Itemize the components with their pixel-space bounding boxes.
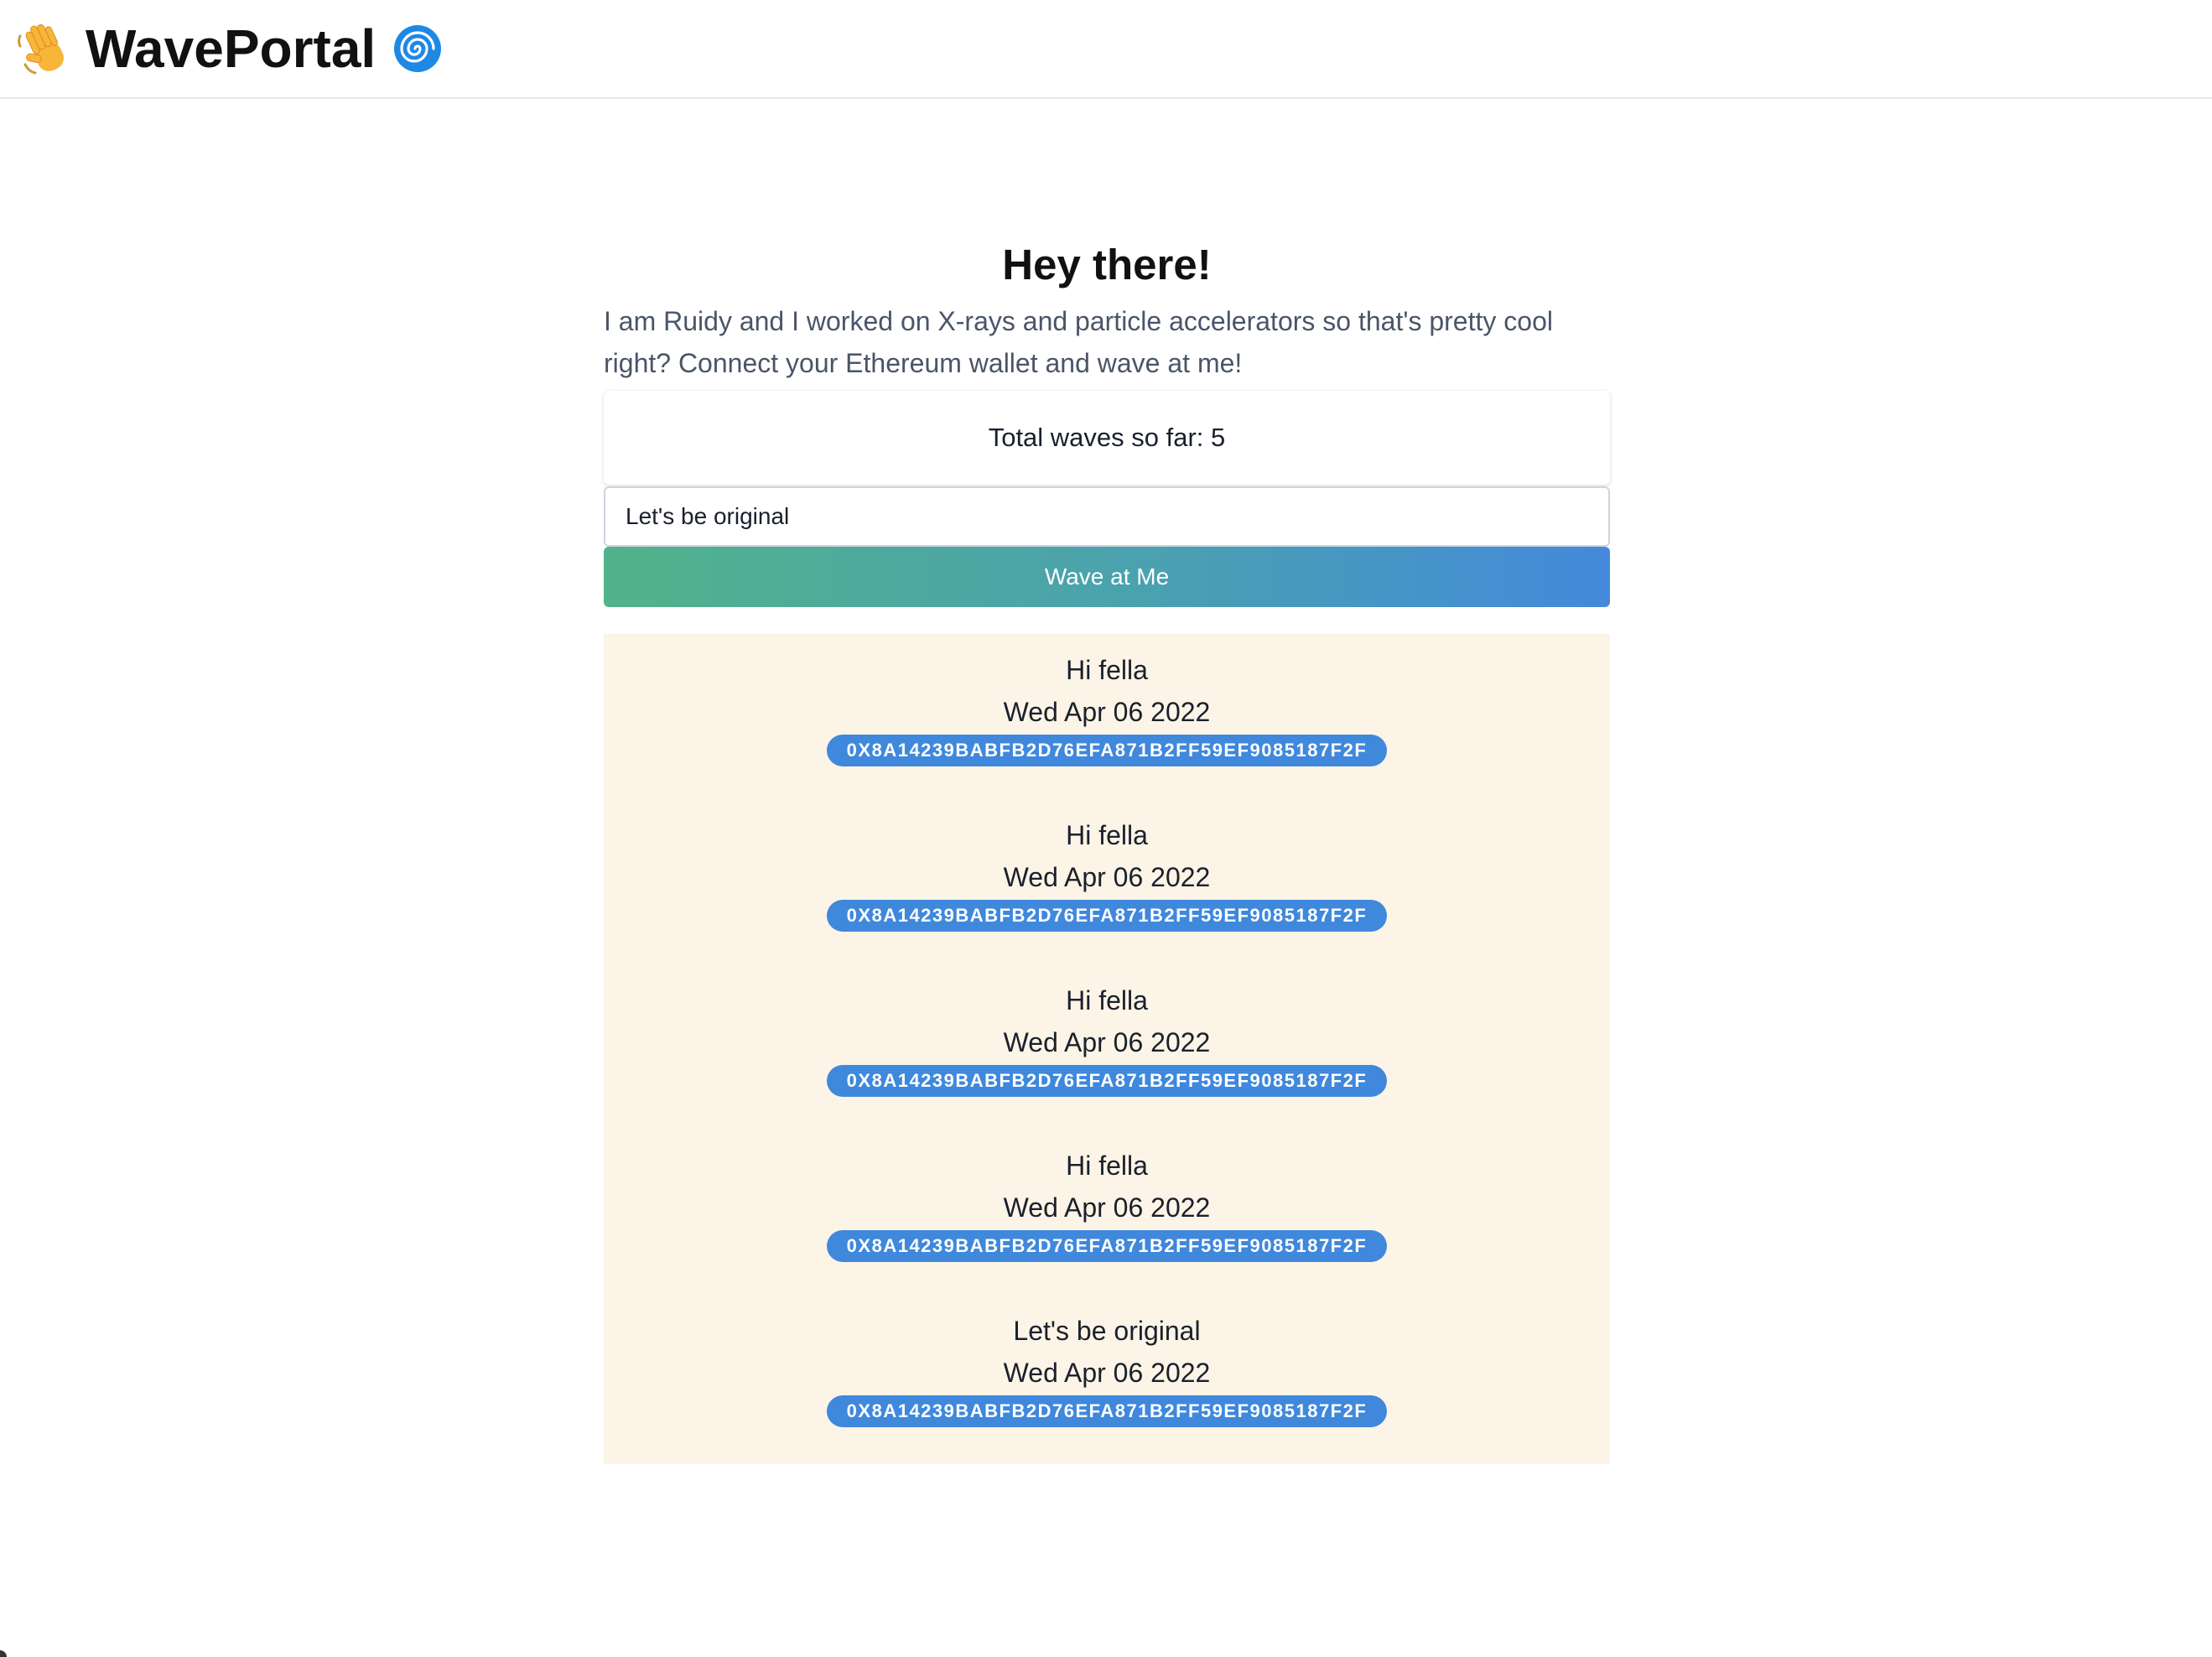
bio-text: I am Ruidy and I worked on X-rays and pa… bbox=[604, 306, 1553, 378]
page-title: Hey there! bbox=[1002, 241, 1212, 288]
wave-message: Let's be original bbox=[1013, 1316, 1201, 1346]
wave-address-badge: 0X8A14239BABFB2D76EFA871B2FF59EF9085187F… bbox=[826, 1065, 1388, 1097]
wave-item: Let's be original Wed Apr 06 2022 0X8A14… bbox=[604, 1310, 1610, 1454]
swirl-icon bbox=[394, 25, 442, 72]
wave-button[interactable]: Wave at Me bbox=[604, 547, 1610, 607]
waving-hand-icon bbox=[18, 24, 65, 75]
window-corner bbox=[0, 1650, 7, 1657]
wave-message: Hi fella bbox=[1066, 820, 1148, 850]
top-nav: WavePortal bbox=[0, 0, 2212, 99]
wave-item: Hi fella Wed Apr 06 2022 0X8A14239BABFB2… bbox=[604, 1145, 1610, 1310]
wave-date: Wed Apr 06 2022 bbox=[1003, 1027, 1211, 1057]
wave-list: Hi fella Wed Apr 06 2022 0X8A14239BABFB2… bbox=[604, 634, 1610, 1464]
wave-item: Hi fella Wed Apr 06 2022 0X8A14239BABFB2… bbox=[604, 649, 1610, 814]
wave-date: Wed Apr 06 2022 bbox=[1003, 1192, 1211, 1223]
total-waves-text: Total waves so far: 5 bbox=[988, 423, 1226, 452]
wave-date: Wed Apr 06 2022 bbox=[1003, 1358, 1211, 1388]
message-input[interactable] bbox=[604, 486, 1610, 547]
wave-address-badge: 0X8A14239BABFB2D76EFA871B2FF59EF9085187F… bbox=[826, 1395, 1388, 1427]
wave-message: Hi fella bbox=[1066, 1151, 1148, 1181]
brand-title: WavePortal bbox=[86, 18, 376, 79]
wave-date: Wed Apr 06 2022 bbox=[1003, 697, 1211, 727]
wave-date: Wed Apr 06 2022 bbox=[1003, 862, 1211, 892]
wave-item: Hi fella Wed Apr 06 2022 0X8A14239BABFB2… bbox=[604, 979, 1610, 1145]
wave-address-badge: 0X8A14239BABFB2D76EFA871B2FF59EF9085187F… bbox=[826, 735, 1388, 766]
wave-message: Hi fella bbox=[1066, 985, 1148, 1015]
total-waves-card: Total waves so far: 5 bbox=[604, 391, 1610, 485]
wave-message: Hi fella bbox=[1066, 655, 1148, 685]
wave-item: Hi fella Wed Apr 06 2022 0X8A14239BABFB2… bbox=[604, 814, 1610, 979]
wave-address-badge: 0X8A14239BABFB2D76EFA871B2FF59EF9085187F… bbox=[826, 900, 1388, 932]
main-content: Hey there! I am Ruidy and I worked on X-… bbox=[604, 226, 1610, 1464]
wave-address-badge: 0X8A14239BABFB2D76EFA871B2FF59EF9085187F… bbox=[826, 1230, 1388, 1262]
